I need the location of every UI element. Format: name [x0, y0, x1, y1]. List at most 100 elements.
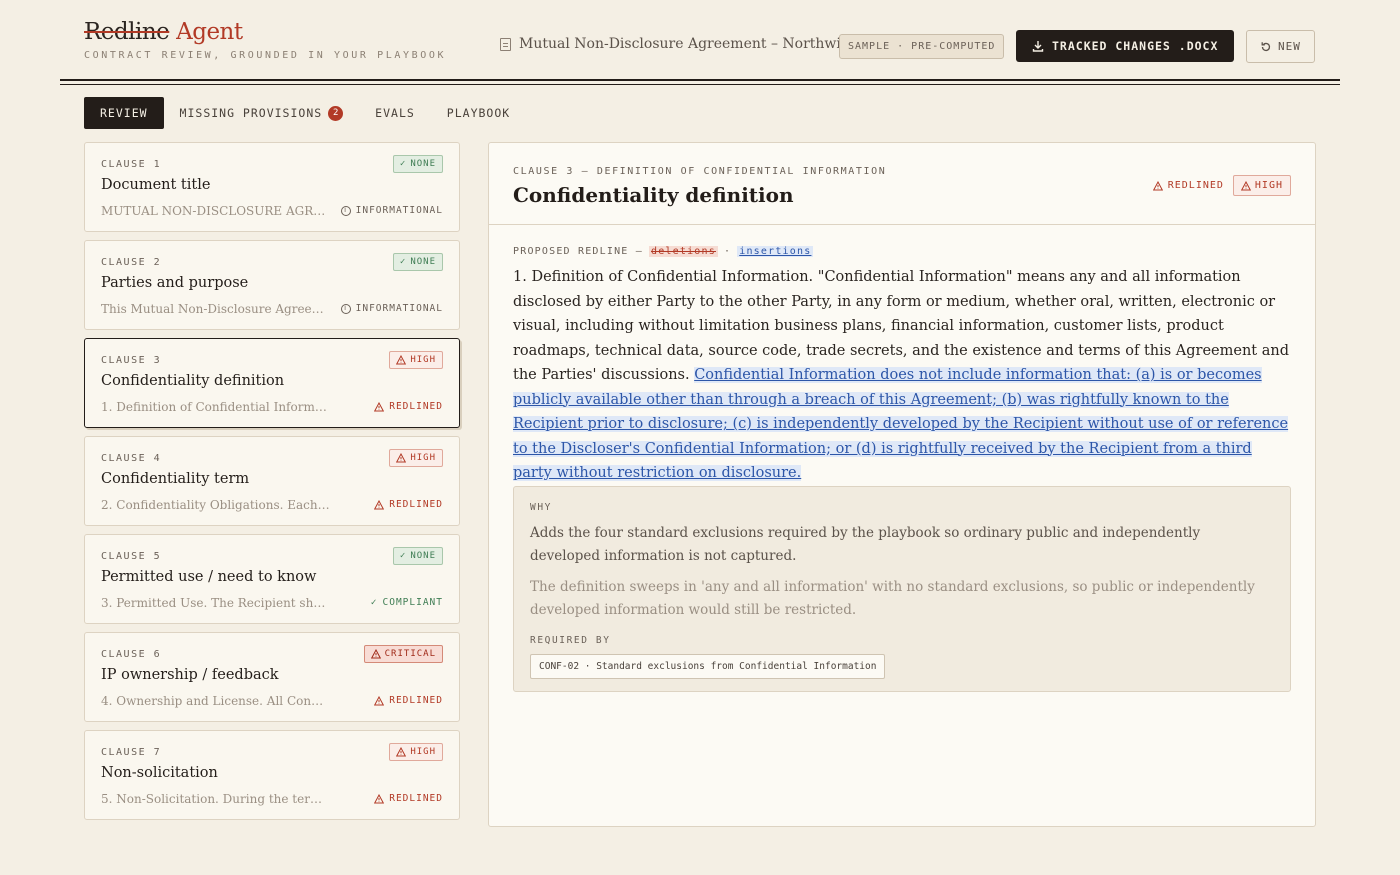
clause-status: REDLINED: [374, 401, 443, 412]
status-label: REDLINED: [389, 793, 443, 804]
document-name: Mutual Non-Disclosure Agreement – Northw…: [500, 36, 855, 52]
why-label: WHY: [530, 502, 552, 513]
clause-number: CLAUSE 3: [101, 355, 162, 366]
why-box: WHY Adds the four standard exclusions re…: [513, 486, 1291, 692]
severity-badge: HIGH: [389, 351, 443, 369]
clause-excerpt: 2. Confidentiality Obligations. Each Par…: [101, 498, 331, 512]
clause-status: REDLINED: [374, 793, 443, 804]
original-text: 1. Definition of Confidential Informatio…: [513, 269, 1290, 383]
clause-number: CLAUSE 6: [101, 649, 162, 660]
warning-icon: [1152, 180, 1163, 190]
clause-detail-panel: CLAUSE 3 — DEFINITION OF CONFIDENTIAL IN…: [488, 142, 1316, 827]
clause-title: Confidentiality definition: [101, 373, 285, 389]
legend-insertions: insertions: [737, 246, 814, 257]
proposed-redline-text: PROPOSED REDLINE —: [513, 246, 643, 257]
check-icon: ✓: [370, 597, 378, 608]
tab-evals[interactable]: EVALS: [359, 97, 431, 129]
legend-separator: ·: [723, 246, 732, 257]
clause-title: Document title: [101, 177, 211, 193]
clause-excerpt: 5. Non-Solicitation. During the term of …: [101, 792, 331, 806]
warning-icon: [396, 747, 407, 757]
warning-icon: [374, 401, 385, 411]
clause-number: CLAUSE 2: [101, 257, 162, 268]
tab-missing-provisions[interactable]: MISSING PROVISIONS 2: [164, 97, 360, 129]
clause-title: Parties and purpose: [101, 275, 249, 291]
tab-label: MISSING PROVISIONS: [179, 106, 323, 120]
document-name-text: Mutual Non-Disclosure Agreement – Northw…: [519, 36, 855, 52]
severity-label: HIGH: [410, 453, 436, 463]
status-label: REDLINED: [389, 499, 443, 510]
clause-number: CLAUSE 4: [101, 453, 162, 464]
severity-label: CRITICAL: [384, 649, 436, 659]
clause-title: Permitted use / need to know: [101, 569, 317, 585]
download-tracked-changes-button[interactable]: TRACKED CHANGES .DOCX: [1016, 30, 1235, 62]
clause-card[interactable]: CLAUSE 1 ✓ NONE Document title MUTUAL NON…: [84, 142, 460, 232]
info-icon: i: [340, 205, 351, 216]
clause-title: Confidentiality term: [101, 471, 250, 487]
severity-badge: ✓ NONE: [392, 547, 443, 565]
redlined-status: REDLINED: [1152, 180, 1224, 191]
info-icon: i: [340, 303, 351, 314]
severity-label: NONE: [410, 257, 436, 267]
detail-title: Confidentiality definition: [513, 183, 794, 207]
clause-excerpt: 1. Definition of Confidential Informatio…: [101, 400, 331, 414]
sample-badge: SAMPLE · PRE-COMPUTED: [839, 34, 1005, 59]
clause-title: Non-solicitation: [101, 765, 218, 781]
detail-flags: REDLINED HIGH: [1152, 175, 1291, 196]
check-icon: ✓: [399, 159, 407, 169]
status-label: COMPLIANT: [382, 597, 443, 608]
clause-card-selected[interactable]: CLAUSE 3 HIGH Confidentiality definition…: [84, 338, 460, 428]
required-by-label: REQUIRED BY: [530, 635, 611, 646]
check-icon: ✓: [399, 551, 407, 561]
clause-card[interactable]: CLAUSE 7 HIGH Non-solicitation 5. Non-So…: [84, 730, 460, 820]
why-text: Adds the four standard exclusions requir…: [530, 525, 1201, 564]
detail-eyebrow: CLAUSE 3 — DEFINITION OF CONFIDENTIAL IN…: [513, 166, 887, 177]
clause-title: IP ownership / feedback: [101, 667, 279, 683]
warning-icon: [1240, 180, 1251, 190]
status-label: REDLINED: [389, 401, 443, 412]
redline-body: 1. Definition of Confidential Informatio…: [513, 265, 1293, 486]
document-icon: [500, 37, 511, 51]
check-icon: ✓: [399, 257, 407, 267]
clause-excerpt: MUTUAL NON-DISCLOSURE AGREEMENT: [101, 204, 331, 218]
playbook-rule-chip[interactable]: CONF-02 · Standard exclusions from Confi…: [530, 654, 886, 679]
status-label: INFORMATIONAL: [355, 205, 443, 216]
severity-badge: HIGH: [389, 449, 443, 467]
clause-card[interactable]: CLAUSE 5 ✓ NONE Permitted use / need to k…: [84, 534, 460, 624]
severity-badge: ✓ NONE: [392, 155, 443, 173]
severity-badge: HIGH: [389, 743, 443, 761]
severity-badge: ✓ NONE: [392, 253, 443, 271]
tab-review[interactable]: REVIEW: [84, 97, 164, 129]
warning-icon: [370, 649, 381, 659]
download-label: TRACKED CHANGES .DOCX: [1052, 39, 1219, 53]
tab-playbook[interactable]: PLAYBOOK: [431, 97, 526, 129]
redlined-label: REDLINED: [1167, 180, 1224, 191]
status-label: INFORMATIONAL: [355, 303, 443, 314]
logo-strike-text: Redline: [84, 19, 170, 45]
clause-card[interactable]: CLAUSE 2 ✓ NONE Parties and purpose This …: [84, 240, 460, 330]
reset-icon: [1261, 41, 1271, 51]
tab-label: REVIEW: [100, 106, 148, 120]
new-review-button[interactable]: NEW: [1246, 30, 1315, 63]
warning-icon: [374, 499, 385, 509]
clause-number: CLAUSE 5: [101, 551, 162, 562]
clause-card[interactable]: CLAUSE 6 CRITICAL IP ownership / feedbac…: [84, 632, 460, 722]
clause-status: i INFORMATIONAL: [340, 303, 443, 314]
new-label: NEW: [1278, 40, 1301, 53]
clause-number: CLAUSE 1: [101, 159, 162, 170]
status-label: REDLINED: [389, 695, 443, 706]
app-logo[interactable]: Redline Agent: [84, 18, 243, 46]
clause-status: REDLINED: [374, 695, 443, 706]
severity-badge: HIGH: [1232, 175, 1291, 196]
missing-count-badge: 2: [328, 105, 344, 121]
why-secondary-text: The definition sweeps in 'any and all in…: [530, 579, 1255, 618]
detail-header: CLAUSE 3 — DEFINITION OF CONFIDENTIAL IN…: [489, 143, 1315, 225]
severity-label: HIGH: [1254, 180, 1283, 191]
clause-excerpt: This Mutual Non-Disclosure Agreement (th…: [101, 302, 331, 316]
warning-icon: [396, 355, 407, 365]
clause-card[interactable]: CLAUSE 4 HIGH Confidentiality term 2. Co…: [84, 436, 460, 526]
legend-deletions: deletions: [648, 246, 718, 257]
app-header: Redline Agent CONTRACT REVIEW, GROUNDED …: [84, 18, 1316, 74]
warning-icon: [374, 695, 385, 705]
main-tabs: REVIEW MISSING PROVISIONS 2 EVALS PLAYBOO…: [84, 97, 526, 129]
